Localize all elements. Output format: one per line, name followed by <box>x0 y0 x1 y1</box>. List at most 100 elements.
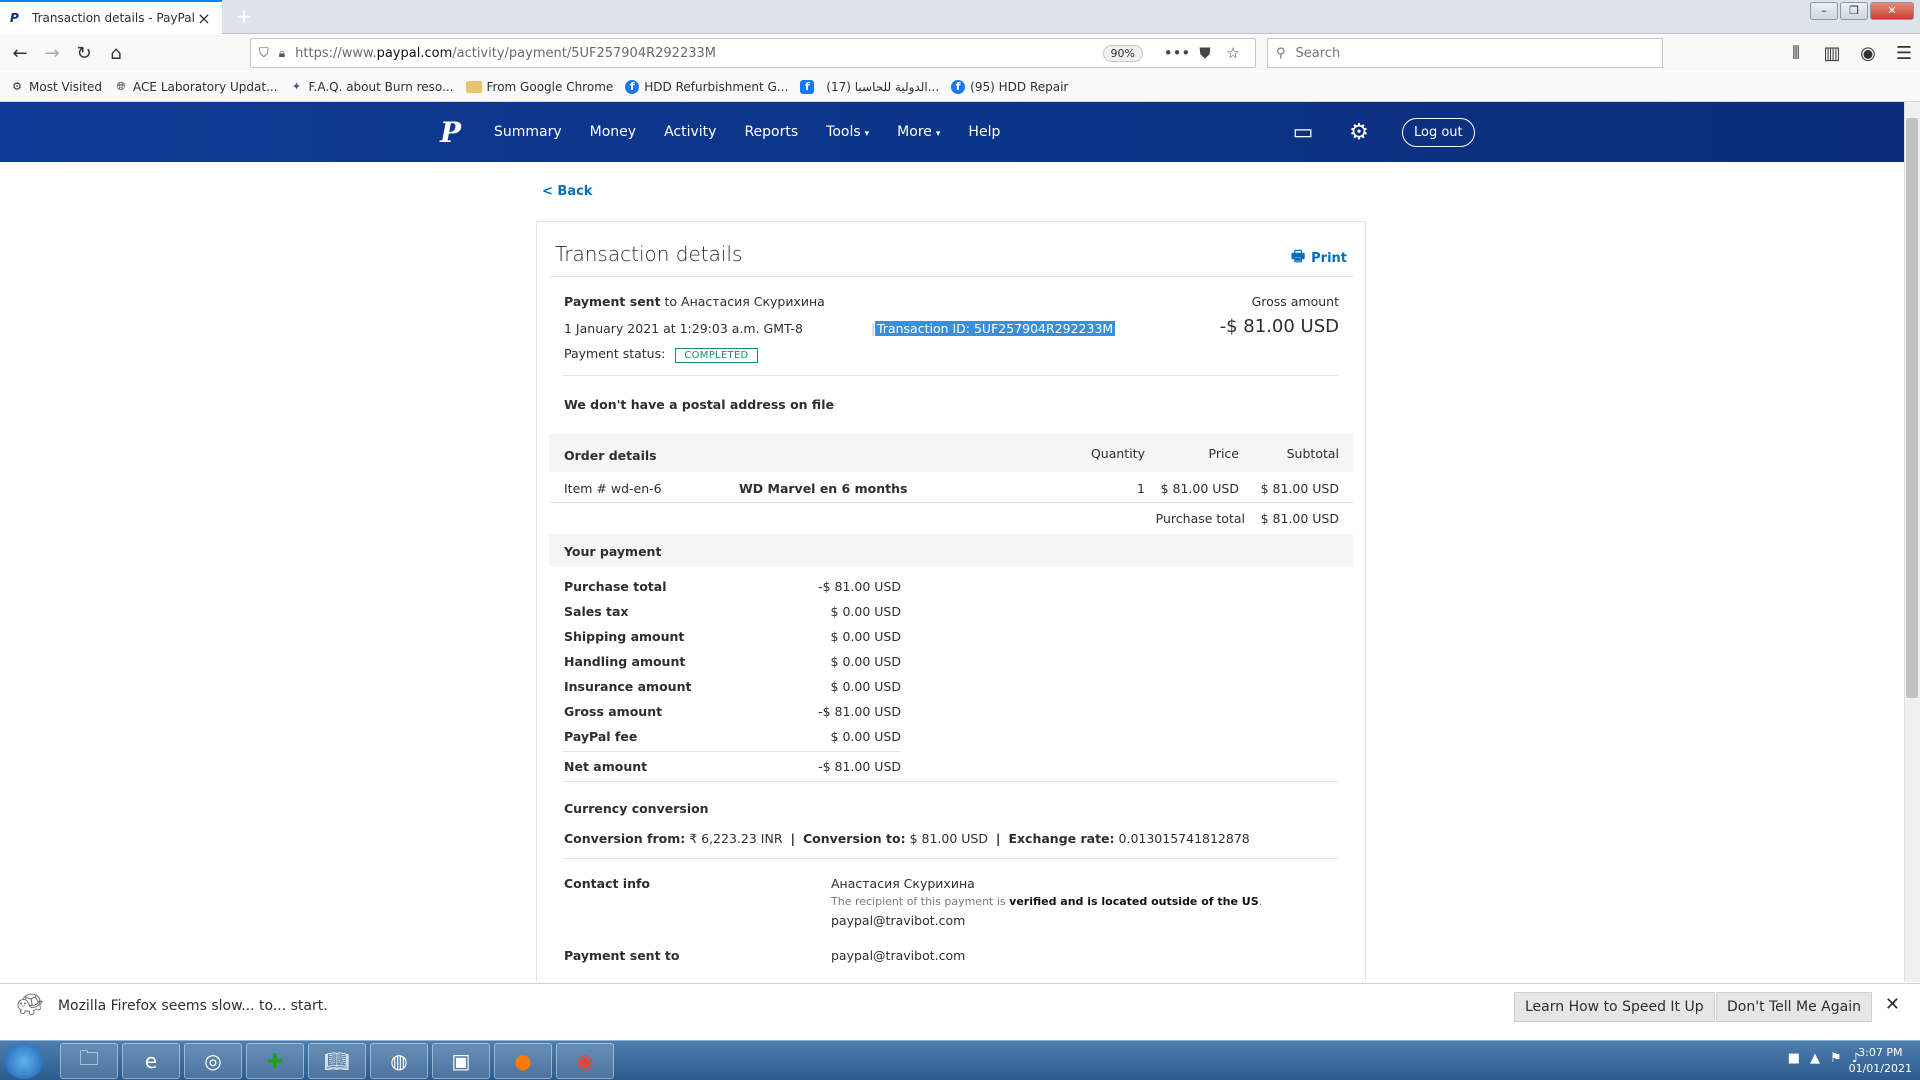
bookmark-most-visited[interactable]: ⚙ Most Visited <box>10 80 102 94</box>
nav-reports[interactable]: Reports <box>744 124 798 140</box>
close-tab-icon[interactable]: × <box>196 9 212 28</box>
restore-button[interactable]: ❐ <box>1840 2 1868 20</box>
turtle-icon: 🐢︎ <box>16 993 44 1018</box>
payment-sent-to-email[interactable]: paypal@travibot.com <box>831 948 965 963</box>
zoom-indicator[interactable]: 90% <box>1102 44 1143 62</box>
divider <box>563 858 1339 859</box>
bookmark-hdd-repair[interactable]: f (95) HDD Repair <box>951 79 1068 94</box>
bookmark-hdd-refurbishment[interactable]: f HDD Refurbishment G... <box>625 79 788 94</box>
home-icon[interactable]: ⌂ <box>100 37 132 69</box>
status-badge: COMPLETED <box>675 348 758 363</box>
nav-activity[interactable]: Activity <box>664 124 716 140</box>
pcb-tool-icon[interactable]: ▣ <box>432 1043 490 1079</box>
item-name: WD Marvel en 6 months <box>739 481 908 496</box>
library-icon[interactable]: ⫴ <box>1780 37 1812 69</box>
system-clock[interactable]: 3:07 PM 01/01/2021 <box>1849 1045 1912 1077</box>
contact-email[interactable]: paypal@travibot.com <box>831 913 965 928</box>
back-arrow-icon[interactable]: ← <box>4 37 36 69</box>
firefox-icon[interactable]: ● <box>494 1043 552 1079</box>
more-actions-icon[interactable]: ••• <box>1163 44 1191 62</box>
item-subtotal: $ 81.00 USD <box>1260 481 1339 496</box>
address-bar[interactable]: ⛉ 🔒︎ https://www.paypal.com/activity/pay… <box>250 38 1256 68</box>
lock-icon[interactable]: 🔒︎ <box>279 46 285 61</box>
close-window-button[interactable]: ✕ <box>1870 2 1914 20</box>
gross-amount-value: -$ 81.00 USD <box>1219 316 1339 337</box>
url-text[interactable]: https://www.paypal.com/activity/payment/… <box>295 46 1102 61</box>
bookmarks-toolbar: ⚙ Most Visited 🌐︎ ACE Laboratory Updat... … <box>0 72 1920 102</box>
clock-date: 01/01/2021 <box>1848 1062 1912 1075</box>
message-center-icon[interactable]: ▭ <box>1290 120 1316 145</box>
payment-sent-to-heading: Payment sent to <box>564 948 680 963</box>
printer-icon: 🖶︎ <box>1290 247 1306 265</box>
sidebar-icon[interactable]: ▥ <box>1816 37 1848 69</box>
nav-money[interactable]: Money <box>590 124 636 140</box>
settings-gear-icon[interactable]: ⚙ <box>1346 120 1372 145</box>
transaction-id[interactable]: Transaction ID: 5UF257904R292233M <box>875 321 1116 336</box>
mrt-app-icon[interactable]: ◎ <box>184 1043 242 1079</box>
forward-arrow-icon[interactable]: → <box>36 37 68 69</box>
gear-icon: ⚙ <box>12 80 22 93</box>
book-app-icon[interactable]: 📖︎ <box>308 1043 366 1079</box>
payment-row-label: Shipping amount <box>564 629 685 644</box>
contact-info-heading: Contact info <box>564 876 651 891</box>
transaction-date: 1 January 2021 at 1:29:03 a.m. GMT-8 <box>564 321 803 336</box>
clock-time: 3:07 PM <box>1858 1046 1903 1059</box>
chevron-down-icon: ▾ <box>935 129 941 139</box>
nav-tools[interactable]: Tools ▾ <box>826 124 869 140</box>
minimize-button[interactable]: – <box>1810 2 1838 20</box>
nav-summary[interactable]: Summary <box>494 124 562 140</box>
new-tab-button[interactable]: + <box>232 4 256 28</box>
payment-status: Payment status: COMPLETED <box>564 346 758 363</box>
shield-icon[interactable]: ⛉ <box>259 46 269 61</box>
fingerprint-app-icon[interactable]: ◍ <box>370 1043 428 1079</box>
account-icon[interactable]: ◉ <box>1852 37 1884 69</box>
menu-icon[interactable]: ☰ <box>1888 37 1920 69</box>
tray-app-icon[interactable]: ■ <box>1788 1051 1800 1066</box>
paypal-logo-icon[interactable]: P <box>440 116 461 149</box>
tray-network-icon[interactable]: ▲ <box>1810 1051 1820 1066</box>
bookmark-ace-laboratory[interactable]: 🌐︎ ACE Laboratory Updat... <box>114 80 278 94</box>
facebook-icon: f <box>625 79 640 94</box>
back-link[interactable]: < Back <box>542 184 592 199</box>
medical-app-icon[interactable]: ✚ <box>246 1043 304 1079</box>
divider <box>563 781 1339 782</box>
internet-explorer-icon[interactable]: e <box>122 1043 180 1079</box>
nav-more[interactable]: More ▾ <box>897 124 940 140</box>
facebook-square-icon: f <box>800 79 815 94</box>
bookmark-facebook[interactable]: f <box>800 79 815 94</box>
print-button[interactable]: 🖶︎ Print <box>1291 246 1347 271</box>
bookmark-arabic[interactable]: (17) الدولية للحاسبا... <box>826 80 939 94</box>
dont-tell-again-button[interactable]: Don't Tell Me Again <box>1716 992 1872 1022</box>
purchase-total-label: Purchase total <box>1155 511 1245 526</box>
payment-row-label: Gross amount <box>564 704 663 719</box>
reload-icon[interactable]: ↻ <box>68 37 100 69</box>
bookmark-faq-burn[interactable]: ✦ F.A.Q. about Burn reso... <box>290 80 454 94</box>
tab-bar: P Transaction details - PayPal × + – ❐ ✕ <box>0 0 1920 34</box>
bookmark-folder-chrome[interactable]: From Google Chrome <box>465 80 613 94</box>
browser-tab[interactable]: P Transaction details - PayPal × <box>0 0 222 34</box>
payment-row-value: -$ 81.00 USD <box>818 579 901 594</box>
search-bar[interactable]: ⚲ Search <box>1267 38 1663 68</box>
chrome-icon[interactable]: ◉ <box>556 1043 614 1079</box>
tray-flag-icon[interactable]: ⚑ <box>1830 1051 1842 1066</box>
payment-row-value: $ 0.00 USD <box>830 729 901 744</box>
bookmark-star-icon[interactable]: ☆ <box>1219 44 1247 62</box>
contact-name: Анастасия Скурихина <box>831 876 975 891</box>
payment-sent-line: Payment sent to Анастасия Скурихина <box>564 294 825 309</box>
tab-title: Transaction details - PayPal <box>32 11 195 25</box>
divider <box>563 751 900 752</box>
payment-row-value: $ 0.00 USD <box>830 629 901 644</box>
logout-button[interactable]: Log out <box>1402 117 1475 147</box>
currency-conversion-details: Conversion from: ₹ 6,223.23 INR | Conver… <box>564 831 1250 846</box>
net-amount-label: Net amount <box>564 759 648 774</box>
payment-row-label: Purchase total <box>564 579 667 594</box>
search-icon: ⚲ <box>1276 45 1286 61</box>
pocket-icon[interactable]: ⛊ <box>1191 44 1219 62</box>
close-icon[interactable]: ✕ <box>1885 994 1900 1015</box>
learn-speed-button[interactable]: Learn How to Speed It Up <box>1514 992 1715 1022</box>
nav-help[interactable]: Help <box>968 124 1000 140</box>
file-explorer-icon[interactable]: 🗀 <box>60 1043 118 1079</box>
scrollbar-thumb[interactable] <box>1906 118 1918 698</box>
payment-row-value: $ 0.00 USD <box>830 679 901 694</box>
start-button[interactable] <box>4 1043 44 1079</box>
